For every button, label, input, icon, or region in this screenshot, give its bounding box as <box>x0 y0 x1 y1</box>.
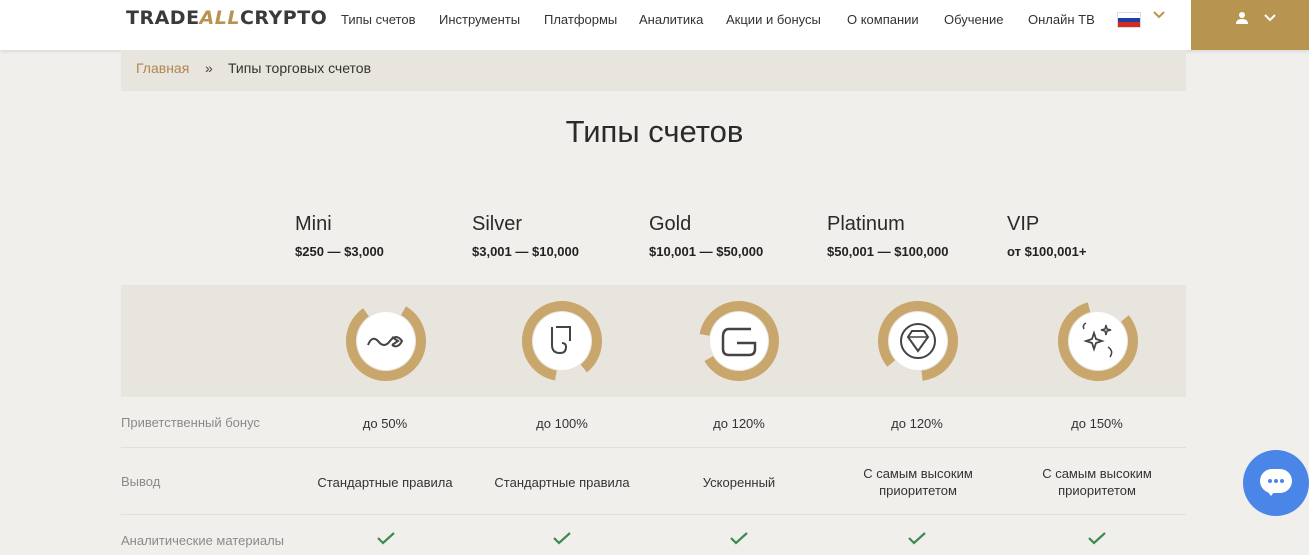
ru-flag-icon[interactable] <box>1117 12 1141 28</box>
site-header: TRADEALLCRYPTO Типы счетов Инструменты П… <box>0 0 1309 50</box>
bonus-silver: до 100% <box>536 416 588 431</box>
withdraw-gold: Ускоренный <box>702 475 776 490</box>
bonus-mini: до 50% <box>362 416 408 431</box>
nav-item-account-types[interactable]: Типы счетов <box>341 12 416 27</box>
breadcrumb-current: Типы торговых счетов <box>228 60 372 76</box>
plan-name-silver: Silver <box>472 213 523 235</box>
logo-text-left: TRADE <box>126 7 200 29</box>
nav-item-education[interactable]: Обучение <box>944 12 1003 27</box>
chevron-down-icon[interactable] <box>1152 8 1166 22</box>
bonus-gold: до 120% <box>713 416 765 431</box>
plan-name-gold: Gold <box>649 213 692 235</box>
nav-item-about[interactable]: О компании <box>847 12 919 27</box>
nav-item-platforms[interactable]: Платформы <box>544 12 617 27</box>
row-divider <box>121 447 1186 448</box>
sparkle-icon <box>1058 301 1138 381</box>
row-label-withdrawal: Вывод <box>121 474 161 489</box>
nav-item-online-tv[interactable]: Онлайн ТВ <box>1028 12 1095 27</box>
plan-range-silver: $3,001 — $10,000 <box>472 244 579 259</box>
nav-item-promotions[interactable]: Акции и бонусы <box>726 12 821 27</box>
diamond-icon <box>878 301 958 381</box>
user-icon <box>1236 12 1248 24</box>
gold-coin-icon <box>699 301 779 381</box>
row-label-analytics: Аналитические материалы <box>121 533 285 548</box>
user-menu-button[interactable] <box>1191 0 1309 50</box>
nav-item-analytics[interactable]: Аналитика <box>639 12 703 27</box>
check-icon <box>730 532 748 545</box>
plan-range-mini: $250 — $3,000 <box>295 244 384 259</box>
infinity-arrow-icon <box>346 301 426 381</box>
check-icon <box>377 532 395 545</box>
plan-range-platinum: $50,001 — $100,000 <box>827 244 949 259</box>
page-title: Типы счетов <box>565 114 744 149</box>
silver-loop-icon <box>522 301 602 381</box>
plan-icon-band <box>121 285 1186 397</box>
plan-name-mini: Mini <box>295 213 332 235</box>
breadcrumb: Главная » Типы торговых счетов <box>121 50 1186 91</box>
withdraw-platinum: С самым высоким приоритетом <box>863 466 973 498</box>
plan-name-platinum: Platinum <box>827 213 905 235</box>
plan-range-vip: от $100,001+ <box>1007 244 1087 259</box>
plan-name-vip: VIP <box>1007 213 1040 235</box>
check-icon <box>908 532 926 545</box>
check-icon <box>553 532 571 545</box>
bonus-vip: до 150% <box>1071 416 1123 431</box>
row-label-welcome-bonus: Приветственный бонус <box>121 415 260 430</box>
chevron-down-icon <box>1264 14 1276 22</box>
nav-item-instruments[interactable]: Инструменты <box>439 12 520 27</box>
breadcrumb-separator: » <box>205 60 213 76</box>
bonus-platinum: до 120% <box>891 416 943 431</box>
check-icon <box>1088 532 1106 545</box>
logo-text-mid: ALL <box>199 7 240 29</box>
breadcrumb-home-link[interactable]: Главная <box>136 60 189 76</box>
plan-range-gold: $10,001 — $50,000 <box>649 244 764 259</box>
site-logo[interactable]: TRADEALLCRYPTO <box>126 7 327 29</box>
row-divider <box>121 514 1186 515</box>
withdraw-vip: С самым высоким приоритетом <box>1042 466 1152 498</box>
chat-widget-button[interactable] <box>1243 450 1309 516</box>
logo-text-right: CRYPTO <box>239 7 328 29</box>
withdraw-mini: Стандартные правила <box>317 475 453 490</box>
withdraw-silver: Стандартные правила <box>494 475 630 490</box>
